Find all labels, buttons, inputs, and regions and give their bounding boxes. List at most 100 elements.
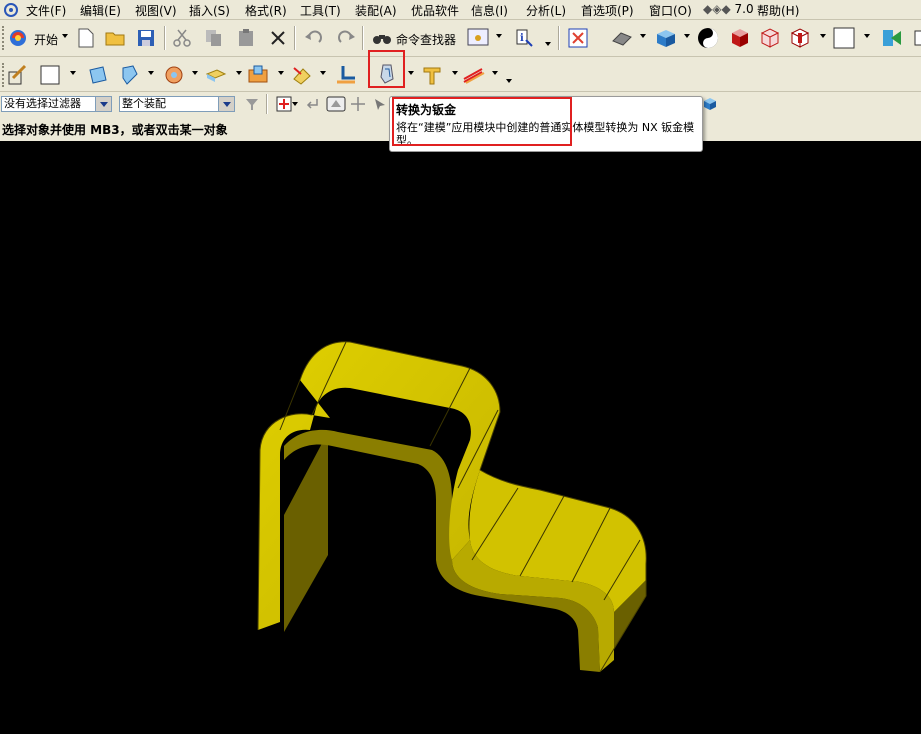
layer-dropdown-arrow[interactable] (864, 34, 870, 38)
reset-filter-button[interactable] (240, 92, 264, 116)
corner-dropdown-arrow[interactable] (320, 71, 326, 75)
solid-punch-button[interactable] (246, 63, 270, 87)
convert-dropdown-arrow[interactable] (408, 71, 414, 75)
menu-window[interactable]: 窗口(O) (649, 2, 692, 19)
hint-button[interactable] (466, 26, 490, 50)
toolbar-separator (362, 26, 363, 50)
snap-dropdown-arrow[interactable] (292, 102, 298, 106)
contour-flange-button[interactable] (162, 63, 186, 87)
part-side-face (284, 432, 328, 632)
datum-plane-button[interactable] (38, 63, 62, 87)
tooltip-highlight-box (392, 97, 572, 146)
section-cube-icon (790, 28, 810, 48)
view-orient-button[interactable] (610, 26, 634, 50)
hint-dropdown-arrow[interactable] (496, 34, 502, 38)
punch-dropdown-arrow[interactable] (278, 71, 284, 75)
contour-flange-icon (165, 66, 183, 84)
command-finder-label[interactable]: 命令查找器 (396, 31, 456, 48)
rip-dropdown-arrow[interactable] (452, 71, 458, 75)
save-icon (138, 30, 154, 46)
start-icon (10, 30, 26, 46)
small-cube-icon (704, 98, 716, 110)
menu-version-label: 7.0 (734, 2, 754, 16)
sheet-metal-part[interactable] (0, 141, 921, 734)
paste-button[interactable] (234, 26, 258, 50)
graphics-window[interactable] (0, 141, 921, 734)
contour-dropdown-arrow[interactable] (192, 71, 198, 75)
navigator-button[interactable] (880, 26, 904, 50)
type-filter-value: 没有选择过滤器 (4, 97, 81, 110)
corner-button[interactable] (290, 63, 314, 87)
type-filter-combo[interactable]: 没有选择过滤器 (1, 96, 112, 112)
menu-analysis[interactable]: 分析(L) (526, 2, 566, 19)
tab-button[interactable] (86, 63, 110, 87)
unbend-button[interactable] (334, 63, 358, 87)
menu-information[interactable]: 信息(I) (471, 2, 508, 19)
background-button[interactable] (696, 26, 720, 50)
menu-view[interactable]: 视图(V) (135, 2, 177, 19)
move-handle-button[interactable] (346, 92, 370, 116)
menu-help[interactable]: 帮助(H) (757, 2, 799, 19)
delete-button[interactable] (266, 26, 290, 50)
multi-bend-button[interactable] (462, 63, 486, 87)
menu-preferences[interactable]: 首选项(P) (581, 2, 634, 19)
red-cube-icon (732, 29, 748, 47)
menu-insert[interactable]: 插入(S) (189, 2, 230, 19)
pick-icon (375, 99, 385, 110)
flange-dropdown-arrow[interactable] (148, 71, 154, 75)
toolbar-overflow-arrow[interactable] (506, 79, 512, 83)
new-file-button[interactable] (74, 26, 98, 50)
combo-arrow-icon[interactable] (95, 97, 111, 111)
copy-icon (206, 30, 221, 46)
command-finder-button[interactable] (370, 26, 394, 50)
edit-section-button[interactable] (788, 26, 812, 50)
layer-display-button[interactable] (832, 26, 856, 50)
flange-icon (122, 65, 138, 85)
render-style-button[interactable] (654, 26, 678, 50)
redo-icon (338, 30, 355, 43)
start-button[interactable] (6, 26, 30, 50)
section-dropdown-arrow[interactable] (820, 34, 826, 38)
multi-bend-dropdown-arrow[interactable] (492, 71, 498, 75)
menu-tools[interactable]: 工具(T) (300, 2, 341, 19)
more-tools-button[interactable] (908, 26, 921, 50)
bend-dropdown-arrow[interactable] (236, 71, 242, 75)
copy-button[interactable] (202, 26, 226, 50)
fit-view-button[interactable] (566, 26, 590, 50)
rip-button[interactable] (420, 63, 444, 87)
undo-icon (305, 30, 322, 43)
info-icon: i (516, 29, 533, 47)
arrow-button[interactable] (300, 92, 324, 116)
view-orient-icon (612, 32, 632, 46)
info-dropdown-arrow[interactable] (545, 42, 551, 46)
menu-file[interactable]: 文件(F) (26, 2, 66, 19)
open-button[interactable] (104, 26, 128, 50)
version-icon: ◆◈◆ (703, 2, 731, 16)
selection-scope-combo[interactable]: 整个装配 (119, 96, 235, 112)
menu-assemblies[interactable]: 装配(A) (355, 2, 397, 19)
clipping-button[interactable] (758, 26, 782, 50)
information-button[interactable]: i (512, 26, 536, 50)
undo-button[interactable] (302, 26, 326, 50)
sketch-button[interactable] (6, 63, 30, 87)
start-label[interactable]: 开始 (34, 31, 58, 48)
redo-button[interactable] (334, 26, 358, 50)
combo-arrow-icon[interactable] (218, 97, 234, 111)
plane-dropdown-arrow[interactable] (70, 71, 76, 75)
section-view-button[interactable] (728, 26, 752, 50)
save-button[interactable] (134, 26, 158, 50)
paste-icon (239, 29, 253, 46)
menu-edit[interactable]: 编辑(E) (80, 2, 121, 19)
menu-version[interactable]: ◆◈◆ 7.0 (703, 2, 754, 16)
start-dropdown-arrow[interactable] (62, 34, 68, 38)
toolbar-separator (558, 26, 559, 50)
flange-button[interactable] (118, 63, 142, 87)
bend-button[interactable] (204, 63, 228, 87)
select-face-button[interactable] (324, 92, 348, 116)
menu-plugin-software[interactable]: 优品软件 (411, 2, 459, 19)
cut-button[interactable] (170, 26, 194, 50)
menu-format[interactable]: 格式(R) (245, 2, 287, 19)
view-orient-dropdown-arrow[interactable] (640, 34, 646, 38)
render-style-dropdown-arrow[interactable] (684, 34, 690, 38)
corner-icon (293, 67, 311, 85)
